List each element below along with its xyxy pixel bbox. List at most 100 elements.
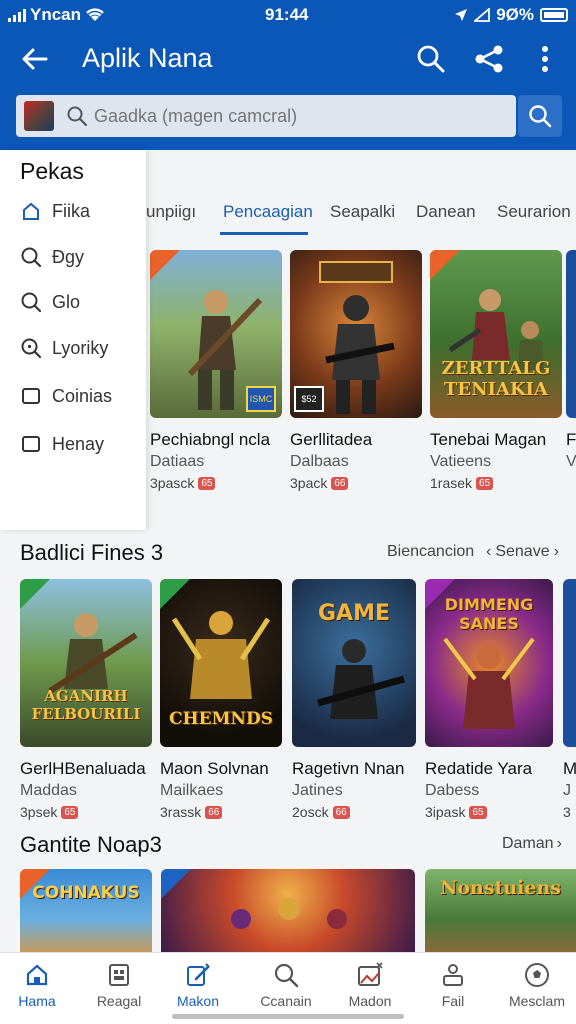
- size-text: 1rasek: [430, 475, 473, 491]
- game-card[interactable]: [161, 869, 415, 953]
- active-tab-indicator: [220, 232, 308, 235]
- search-icon: [529, 105, 552, 128]
- game-card-partial[interactable]: F V: [566, 250, 576, 471]
- search-icon: [274, 963, 299, 988]
- drawer-item-lyoriky[interactable]: Lyoriky: [20, 333, 108, 363]
- drawer-item-coinias[interactable]: Coinias: [20, 381, 112, 411]
- drawer-item-glo[interactable]: Glo: [20, 287, 80, 317]
- game-artwork: [566, 250, 576, 418]
- rating-badge: 65: [469, 805, 487, 819]
- square-icon: [22, 436, 40, 452]
- nav-item-mesclam[interactable]: Mesclam: [496, 961, 576, 1009]
- game-card[interactable]: ZERTTALG TENIAKIA Tenebai Magan Vatieens…: [430, 250, 562, 491]
- game-card[interactable]: CHEMNDS Maon Solvnan Mailkaes 3rassk 66: [160, 579, 282, 820]
- drawer-item-label: Lyoriky: [52, 337, 109, 358]
- game-title: Gerllitadea: [290, 430, 373, 449]
- search-plus-icon: [21, 338, 42, 359]
- app-title: Aplik Nana: [82, 43, 213, 73]
- nav-item-reagal[interactable]: Reagal: [78, 961, 160, 1009]
- nav-item-madon[interactable]: Madon: [329, 961, 411, 1009]
- game-logo-text: DIMMENG SANES: [444, 595, 534, 633]
- section-link-daman[interactable]: Daman ›: [502, 835, 562, 853]
- size-text: 3pack: [290, 475, 328, 491]
- status-bar: Yncan 91:44 9Ø%: [0, 0, 576, 30]
- more-vert-icon[interactable]: [528, 42, 562, 76]
- game-card-partial[interactable]: M J 3: [563, 579, 576, 820]
- nav-item-fail[interactable]: Fail: [412, 961, 494, 1009]
- game-title: F: [566, 430, 576, 449]
- tab-pencaagian[interactable]: Pencaagian: [223, 202, 313, 222]
- size-text: 3psek: [20, 804, 58, 820]
- back-arrow-icon[interactable]: [18, 42, 52, 76]
- rating-badge: 66: [205, 805, 223, 819]
- drawer-item-fiika[interactable]: Fiika: [20, 196, 90, 226]
- game-title: Pechiabngl ncla: [150, 430, 271, 449]
- drawer-item-label: Glo: [52, 291, 81, 312]
- edit-icon: [187, 963, 210, 986]
- share-icon[interactable]: [472, 42, 506, 76]
- game-size: 3psek 65: [20, 804, 152, 820]
- game-card[interactable]: GAME Ragetivn Nnan Jatines 2osck 66: [292, 579, 416, 820]
- tab-seapalki[interactable]: Seapalki: [330, 202, 395, 222]
- battery-percent: 9Ø%: [496, 5, 534, 24]
- game-developer: Maddas: [20, 782, 77, 799]
- game-card[interactable]: DIMMENG SANES Redatide Yara Dabess 3ipas…: [425, 579, 553, 820]
- game-size: 3pasck 65: [150, 475, 282, 491]
- game-artwork: Nonstuiens: [425, 869, 576, 953]
- game-artwork: DIMMENG SANES: [425, 579, 553, 747]
- game-developer: Dabess: [425, 782, 480, 799]
- tab-danean[interactable]: Danean: [416, 202, 476, 222]
- tab-seurarion[interactable]: Seurarion: [497, 202, 571, 222]
- game-title: Maon Solvnan: [160, 759, 269, 778]
- game-artwork: COHNAKUS: [20, 869, 152, 953]
- game-card[interactable]: AGANIRH FELBOURILI GerlHBenaluada Maddas…: [20, 579, 152, 820]
- nav-label: Madon: [348, 993, 392, 1009]
- game-size: 3rassk 66: [160, 804, 282, 820]
- drawer-item-dgy[interactable]: Ðgy: [20, 242, 84, 272]
- game-logo-text: COHNAKUS: [32, 883, 140, 903]
- corner-ribbon: [430, 250, 460, 280]
- game-title: Redatide Yara: [425, 759, 533, 778]
- game-size: 2osck 66: [292, 804, 416, 820]
- game-developer: J: [563, 782, 571, 799]
- rating-badge: 66: [331, 476, 349, 490]
- section-link-biencancion[interactable]: Biencancion: [387, 543, 474, 561]
- search-icon[interactable]: [414, 42, 448, 76]
- nav-item-makon[interactable]: Makon: [157, 961, 239, 1009]
- corner-ribbon: [20, 579, 50, 609]
- top-app-bar: Yncan 91:44 9Ø% Aplik Nana: [0, 0, 576, 150]
- game-tag: $52: [294, 386, 324, 412]
- size-text: 2osck: [292, 804, 329, 820]
- chevron-left-icon: ‹: [486, 543, 492, 560]
- game-logo-text: ZERTTALG TENIAKIA: [441, 358, 551, 400]
- game-tag: ISMC: [246, 386, 276, 412]
- search-icon: [21, 292, 42, 313]
- game-card[interactable]: COHNAKUS: [20, 869, 152, 953]
- game-size: 3: [563, 804, 571, 820]
- game-artwork: [563, 579, 576, 747]
- tab-unpiigi[interactable]: unpiigı: [146, 202, 196, 222]
- game-title: GerlHBenaluada: [20, 759, 146, 778]
- chevron-right-icon: ›: [553, 543, 559, 560]
- section-link-senave[interactable]: ‹ Senave ›: [486, 543, 559, 561]
- game-card[interactable]: ISMC Pechiabngl ncla Datiaas 3pasck 65: [150, 250, 282, 491]
- nav-label: Mesclam: [508, 993, 565, 1009]
- search-input[interactable]: [94, 95, 504, 137]
- drawer-title: Pekas: [20, 158, 84, 184]
- section-title-gantite: Gantite Noap3: [20, 832, 162, 857]
- nav-item-ccanain[interactable]: Ccanain: [245, 961, 327, 1009]
- game-card[interactable]: $52 Gerllitadea Dalbaas 3pack 66: [290, 250, 422, 491]
- corner-ribbon: [161, 869, 191, 899]
- section-title-badlici: Badlici Fines 3: [20, 540, 164, 565]
- game-developer: Jatines: [292, 782, 343, 799]
- square-icon: [22, 388, 40, 404]
- nav-item-hama[interactable]: Hama: [0, 961, 78, 1009]
- game-card[interactable]: Nonstuiens: [425, 869, 576, 953]
- search-bar[interactable]: [16, 95, 516, 137]
- drawer-item-henay[interactable]: Henay: [20, 429, 104, 459]
- size-text: 3rassk: [160, 804, 202, 820]
- game-artwork: ZERTTALG TENIAKIA: [430, 250, 562, 418]
- location-icon: [455, 9, 468, 21]
- side-drawer: Pekas Fiika Ðgy Glo Lyoriky Coinias Hena…: [0, 150, 146, 530]
- search-button[interactable]: [518, 95, 562, 137]
